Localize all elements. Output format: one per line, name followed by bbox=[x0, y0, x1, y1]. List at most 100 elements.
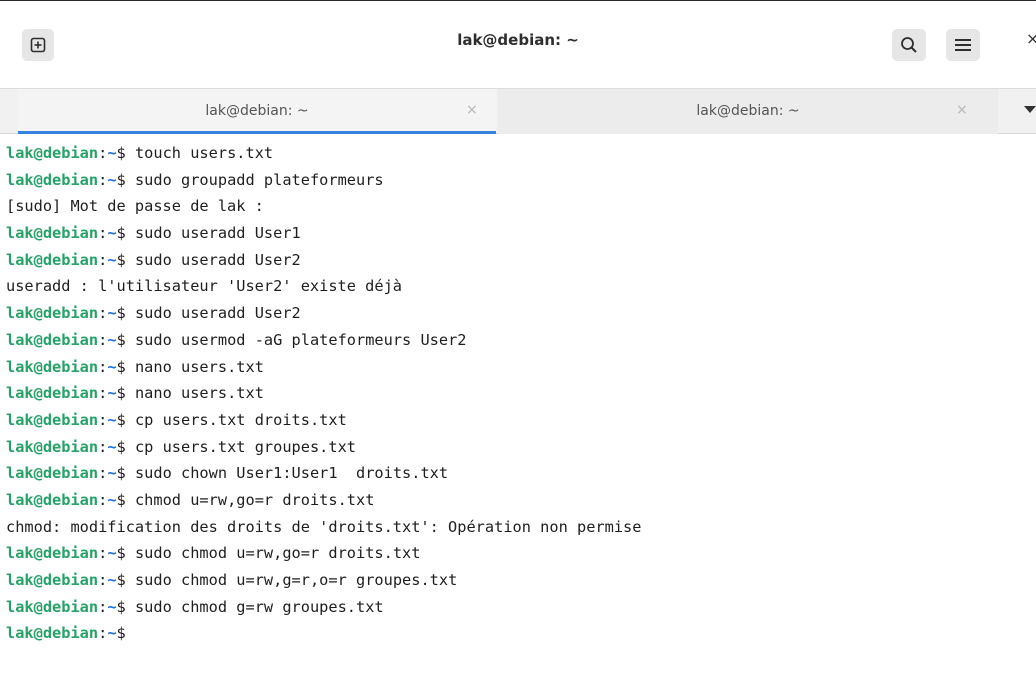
terminal-command-line: lak@debian:~$ sudo useradd User2 bbox=[6, 300, 1036, 327]
prompt-symbol: $ bbox=[116, 384, 135, 403]
terminal-command-line: lak@debian:~$ sudo useradd User2 bbox=[6, 247, 1036, 274]
prompt-symbol: $ bbox=[116, 490, 135, 509]
search-icon bbox=[900, 36, 918, 54]
prompt-symbol: $ bbox=[116, 624, 135, 643]
prompt-user-host: lak@debian bbox=[6, 624, 99, 643]
command-text: sudo useradd User1 bbox=[134, 224, 301, 243]
prompt-path: ~ bbox=[107, 170, 117, 189]
tab-inactive[interactable]: lak@debian: ~ × bbox=[498, 89, 998, 134]
prompt-user-host: lak@debian bbox=[6, 544, 99, 563]
prompt-user-host: lak@debian bbox=[6, 304, 99, 323]
prompt-separator: : bbox=[98, 384, 108, 403]
command-text: cp users.txt droits.txt bbox=[134, 410, 347, 429]
prompt-user-host: lak@debian bbox=[6, 330, 99, 349]
prompt-separator: : bbox=[98, 464, 108, 483]
prompt-path: ~ bbox=[107, 384, 117, 403]
prompt-separator: : bbox=[98, 170, 108, 189]
terminal-output-line: useradd : l'utilisateur 'User2' existe d… bbox=[6, 277, 403, 296]
prompt-separator: : bbox=[98, 330, 108, 349]
prompt-separator: : bbox=[98, 224, 108, 243]
terminal-output-line: chmod: modification des droits de 'droit… bbox=[6, 517, 642, 536]
prompt-path: ~ bbox=[107, 464, 117, 483]
command-text: sudo chmod u=rw,g=r,o=r groupes.txt bbox=[134, 571, 458, 589]
prompt-path: ~ bbox=[107, 144, 117, 162]
tab-list-dropdown-icon[interactable] bbox=[1024, 106, 1036, 113]
prompt-user-host: lak@debian bbox=[6, 250, 99, 269]
prompt-symbol: $ bbox=[116, 571, 135, 589]
prompt-symbol: $ bbox=[116, 330, 135, 349]
terminal-command-line: lak@debian:~$ sudo useradd User1 bbox=[6, 220, 1036, 247]
prompt-user-host: lak@debian bbox=[6, 490, 99, 509]
terminal-command-line: lak@debian:~$ touch users.txt bbox=[6, 140, 1036, 167]
prompt-separator: : bbox=[98, 597, 108, 616]
main-menu-button[interactable] bbox=[946, 29, 980, 61]
prompt-path: ~ bbox=[107, 410, 117, 429]
terminal-command-line: lak@debian:~$ nano users.txt bbox=[6, 354, 1036, 381]
search-button[interactable] bbox=[892, 29, 926, 61]
tab-label: lak@debian: ~ bbox=[696, 103, 800, 119]
prompt-symbol: $ bbox=[116, 597, 135, 616]
command-text: sudo chmod u=rw,go=r droits.txt bbox=[134, 544, 421, 563]
terminal-command-line: lak@debian:~$ sudo groupadd plateformeur… bbox=[6, 167, 1036, 194]
prompt-path: ~ bbox=[107, 544, 117, 563]
prompt-separator: : bbox=[98, 250, 108, 269]
prompt-user-host: lak@debian bbox=[6, 357, 99, 376]
prompt-symbol: $ bbox=[116, 464, 135, 483]
prompt-path: ~ bbox=[107, 571, 117, 589]
command-text: sudo usermod -aG plateformeurs User2 bbox=[134, 330, 467, 349]
command-text: chmod u=rw,go=r droits.txt bbox=[134, 490, 375, 509]
prompt-symbol: $ bbox=[116, 250, 135, 269]
prompt-symbol: $ bbox=[116, 144, 135, 162]
prompt-path: ~ bbox=[107, 330, 117, 349]
prompt-path: ~ bbox=[107, 624, 117, 643]
prompt-separator: : bbox=[98, 357, 108, 376]
command-text: sudo useradd User2 bbox=[134, 304, 301, 323]
terminal-output-line: [sudo] Mot de passe de lak : bbox=[6, 197, 264, 216]
command-text: sudo chown User1:User1 droits.txt bbox=[134, 464, 449, 483]
hamburger-menu-icon bbox=[955, 38, 971, 52]
prompt-user-host: lak@debian bbox=[6, 410, 99, 429]
prompt-path: ~ bbox=[107, 490, 117, 509]
tab-close-icon[interactable]: × bbox=[956, 101, 968, 119]
prompt-path: ~ bbox=[107, 250, 117, 269]
command-text: nano users.txt bbox=[134, 357, 264, 376]
prompt-user-host: lak@debian bbox=[6, 464, 99, 483]
terminal-command-line: lak@debian:~$ sudo usermod -aG plateform… bbox=[6, 327, 1036, 354]
prompt-user-host: lak@debian bbox=[6, 224, 99, 243]
tab-close-icon[interactable]: × bbox=[466, 101, 478, 119]
prompt-symbol: $ bbox=[116, 304, 135, 323]
prompt-separator: : bbox=[98, 144, 108, 162]
tab-label: lak@debian: ~ bbox=[205, 103, 309, 119]
command-text: cp users.txt groupes.txt bbox=[134, 437, 356, 456]
prompt-separator: : bbox=[98, 437, 108, 456]
prompt-user-host: lak@debian bbox=[6, 384, 99, 403]
command-text: sudo chmod g=rw groupes.txt bbox=[134, 597, 384, 616]
prompt-user-host: lak@debian bbox=[6, 571, 99, 589]
prompt-separator: : bbox=[98, 571, 108, 589]
terminal-command-line: lak@debian:~$ nano users.txt bbox=[6, 380, 1036, 407]
prompt-user-host: lak@debian bbox=[6, 144, 99, 162]
terminal-command-line: lak@debian:~$ chmod u=rw,go=r droits.txt bbox=[6, 487, 1036, 514]
prompt-symbol: $ bbox=[116, 224, 135, 243]
terminal-command-line: lak@debian:~$ cp users.txt groupes.txt bbox=[6, 434, 1036, 461]
command-text: sudo groupadd plateformeurs bbox=[134, 170, 384, 189]
window-title: lak@debian: ~ bbox=[457, 31, 579, 49]
terminal-command-line: lak@debian:~$ sudo chmod u=rw,g=r,o=r gr… bbox=[6, 567, 1036, 594]
terminal-window: lak@debian: ~ × lak@debian: ~ × lak@debi… bbox=[0, 0, 1036, 679]
prompt-path: ~ bbox=[107, 357, 117, 376]
command-text: sudo useradd User2 bbox=[134, 250, 301, 269]
terminal-output[interactable]: lak@debian:~$ touch users.txt lak@debian:… bbox=[0, 134, 1036, 679]
terminal-command-line: lak@debian:~$ cp users.txt droits.txt bbox=[6, 407, 1036, 434]
header-bar: lak@debian: ~ × bbox=[0, 0, 1036, 89]
prompt-symbol: $ bbox=[116, 437, 135, 456]
terminal-command-line: lak@debian:~$ sudo chmod g=rw groupes.tx… bbox=[6, 594, 1036, 621]
prompt-user-host: lak@debian bbox=[6, 170, 99, 189]
tab-active[interactable]: lak@debian: ~ × bbox=[18, 89, 496, 134]
window-close-button[interactable]: × bbox=[1026, 29, 1036, 49]
prompt-separator: : bbox=[98, 544, 108, 563]
command-text: nano users.txt bbox=[134, 384, 264, 403]
prompt-symbol: $ bbox=[116, 170, 135, 189]
prompt-symbol: $ bbox=[116, 544, 135, 563]
prompt-separator: : bbox=[98, 304, 108, 323]
terminal-command-line: lak@debian:~$ sudo chown User1:User1 dro… bbox=[6, 460, 1036, 487]
